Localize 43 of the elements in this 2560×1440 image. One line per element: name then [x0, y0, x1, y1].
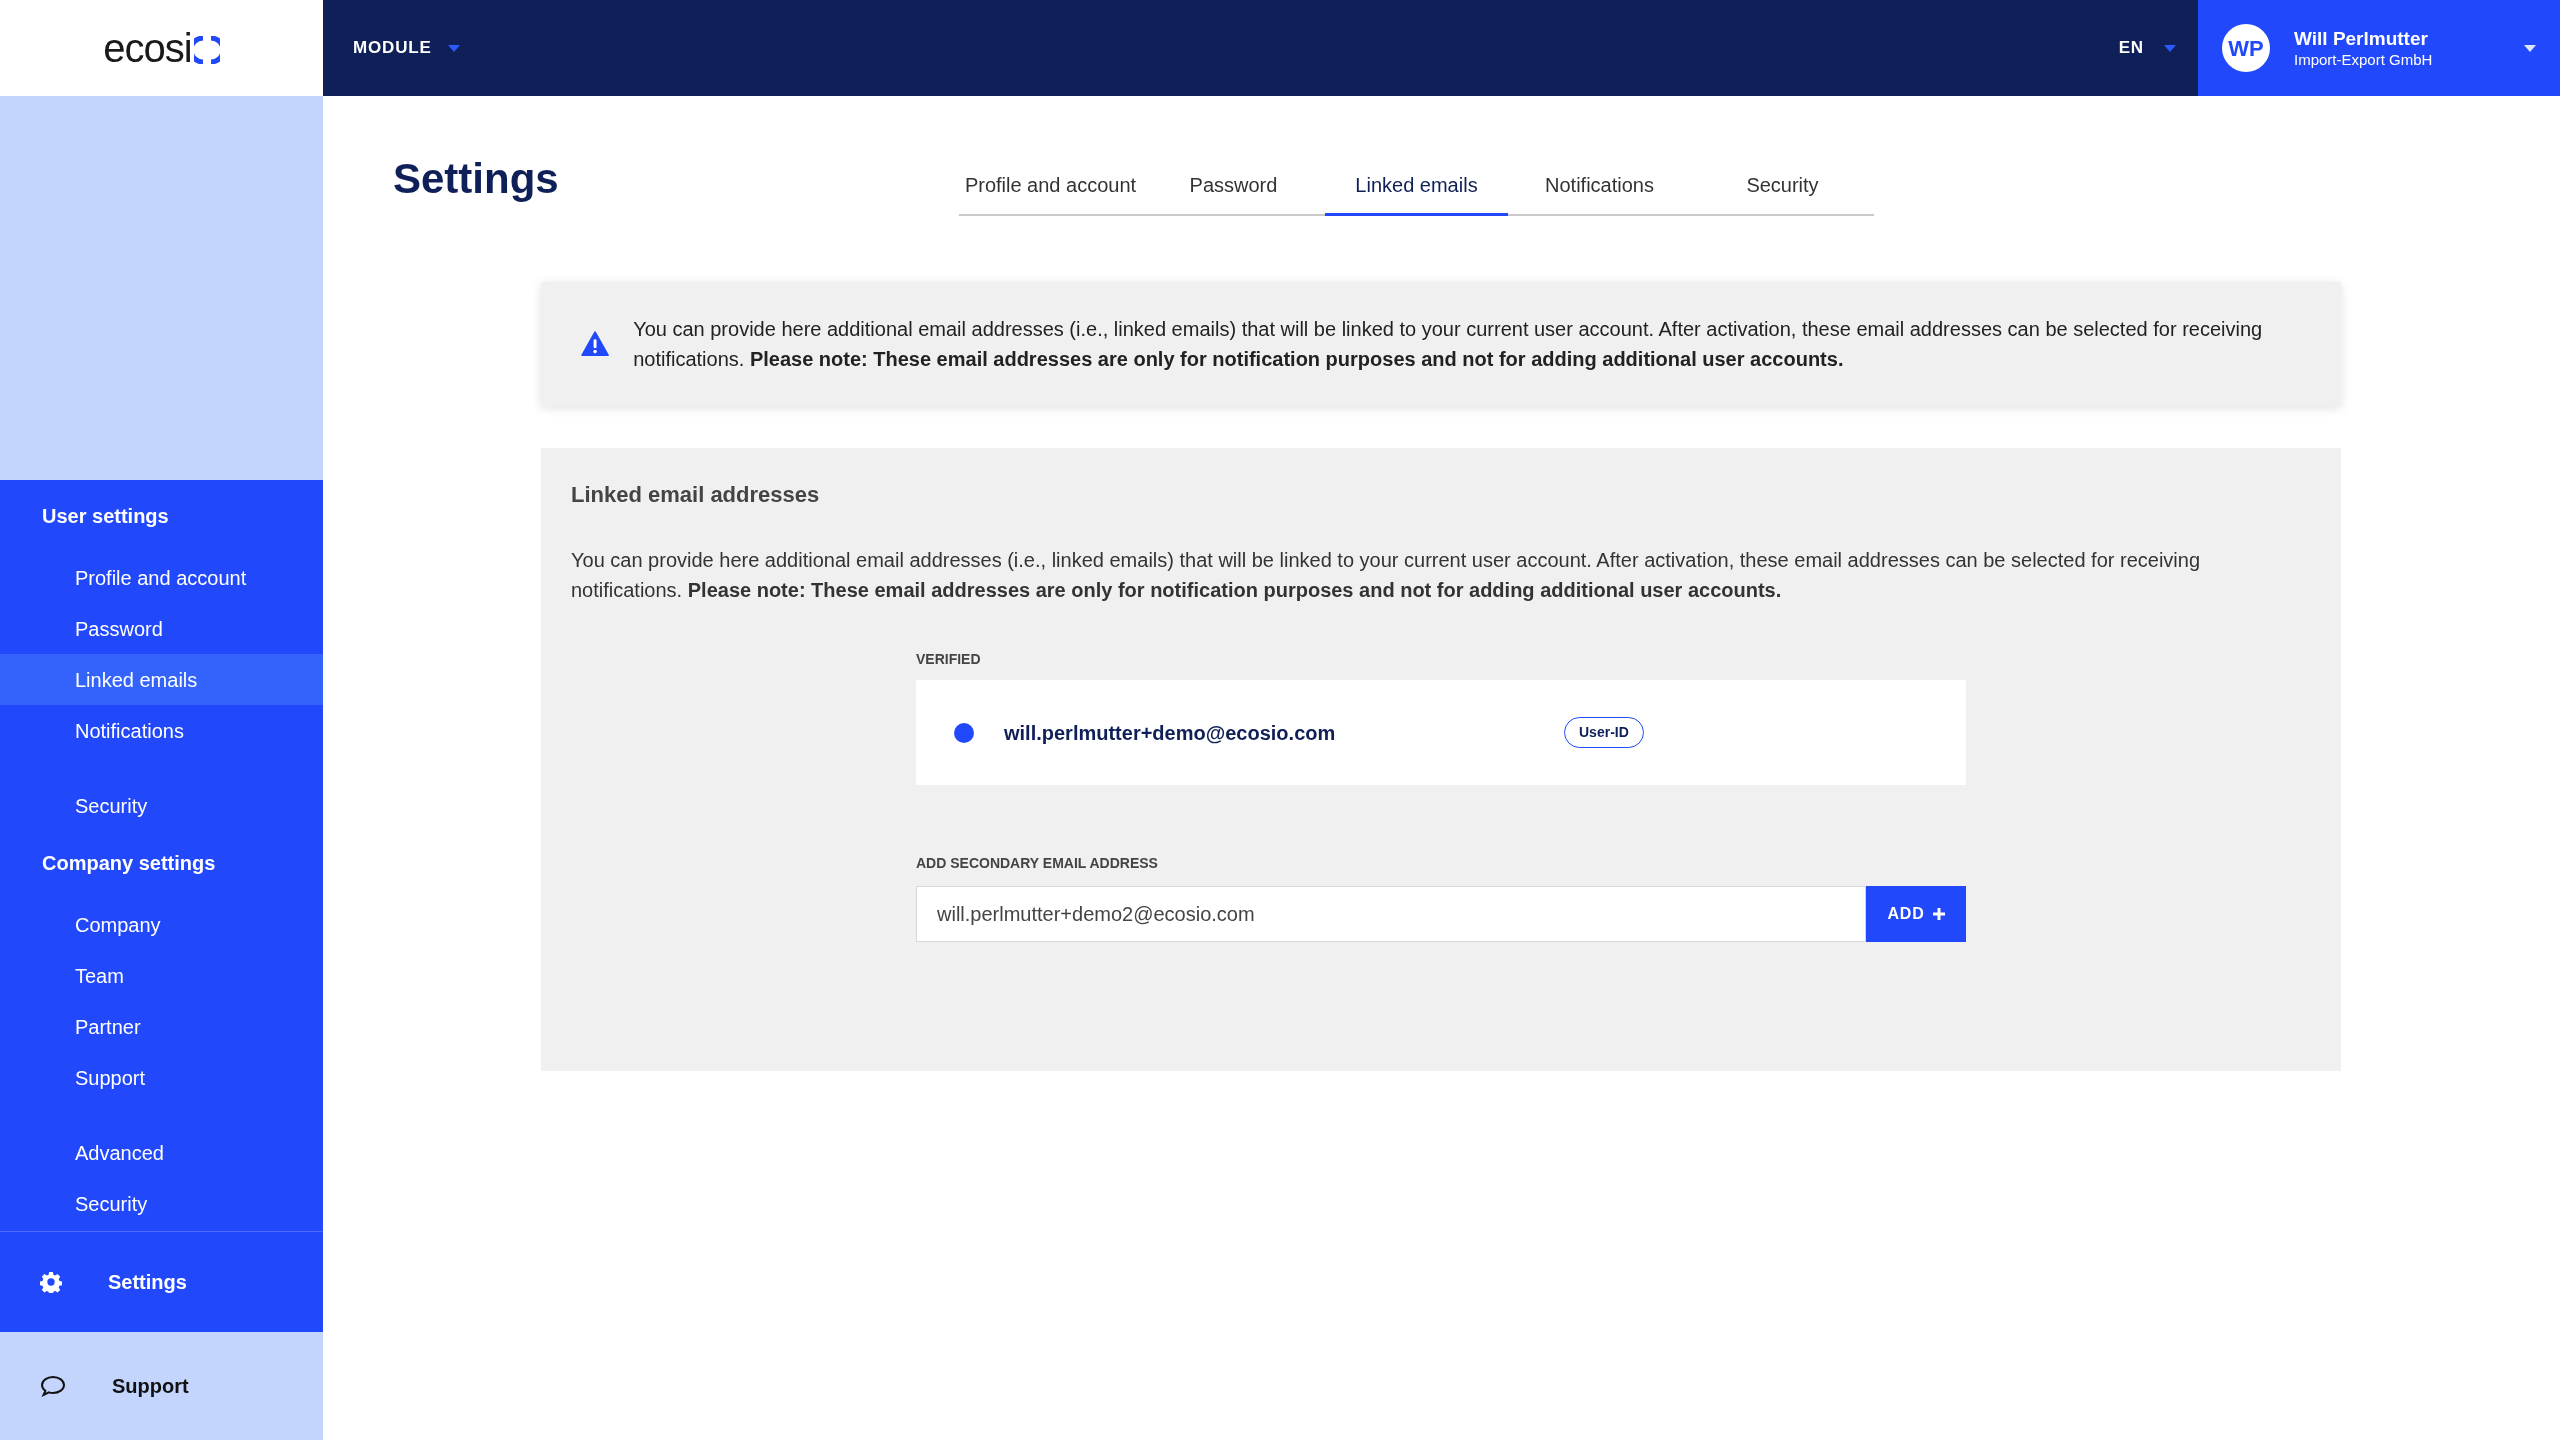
sidebar-item[interactable]: Support [0, 1052, 323, 1103]
plus-icon [1932, 908, 1945, 920]
caret-icon [2164, 44, 2176, 52]
sidebar-section-title: Company settings [41, 850, 217, 876]
company-name: Import-Export GmbH [2294, 50, 2434, 70]
panel-title: Linked email addresses [571, 481, 821, 509]
logo-brackets-icon [193, 36, 220, 64]
email-address: will.perlmutter+demo@ecosio.com [1004, 720, 1337, 746]
tab[interactable]: Security [1691, 156, 1874, 216]
sidebar-item[interactable]: Notifications [0, 705, 323, 756]
add-button[interactable]: ADD [1866, 886, 1966, 942]
page-title: Settings [393, 154, 560, 204]
user-menu[interactable]: WP Will Perlmutter Import-Export GmbH [2198, 0, 2560, 96]
caret-icon [2524, 44, 2536, 52]
settings-icon [40, 1271, 62, 1293]
sidebar-item[interactable]: Linked emails [0, 654, 323, 705]
language-menu[interactable]: EN [2118, 0, 2176, 96]
tab[interactable]: Linked emails [1325, 156, 1508, 216]
module-menu[interactable]: MODULE [353, 0, 460, 96]
sidebar-item[interactable]: Password [0, 603, 323, 654]
sidebar-item[interactable]: Partner [0, 1001, 323, 1052]
user-avatar: WP [2222, 24, 2270, 72]
tab[interactable]: Profile and account [959, 156, 1142, 216]
add-email-label: ADD SECONDARY EMAIL ADDRESS [916, 854, 1159, 873]
logo-text: ecosi [103, 28, 192, 68]
sidebar-item[interactable]: Security [0, 1178, 323, 1229]
sidebar-item[interactable]: Security [0, 756, 323, 831]
tab[interactable]: Notifications [1508, 156, 1691, 216]
alert-text: You can provide here additional email addresses (i.e., linked emails) that will be linked to your current user account. After activation, these email addresses can be selected for receiving notifications. Please note: These email addresses are only for notification purposes and not for adding additional user accounts. [633, 317, 2264, 372]
email-input[interactable]: will.perlmutter+demo2@ecosio.com [916, 886, 1866, 942]
sidebar-item[interactable]: Advanced [0, 1103, 323, 1178]
chat-bubble-icon [40, 1375, 66, 1397]
sidebar-item[interactable]: Profile and account [0, 552, 323, 603]
tab[interactable]: Password [1142, 156, 1325, 216]
caret-icon [447, 44, 460, 52]
settings-nav-item[interactable]: Settings [0, 1231, 323, 1332]
verified-label: VERIFIED [916, 650, 982, 669]
user-name: Will Perlmutter [2294, 26, 2429, 51]
panel-description: You can provide here additional email addresses (i.e., linked emails) that will be linked to your current user account. After activation, these email addresses can be selected for receiving notifications. Please note: These email addresses are only for notification purposes and not for adding additional user accounts. [571, 548, 2202, 603]
sidebar-item[interactable]: Company [0, 899, 323, 950]
sidebar-item[interactable]: Team [0, 950, 323, 1001]
support-nav-item[interactable]: Support [0, 1332, 323, 1440]
sidebar-section-title: User settings [41, 503, 170, 529]
